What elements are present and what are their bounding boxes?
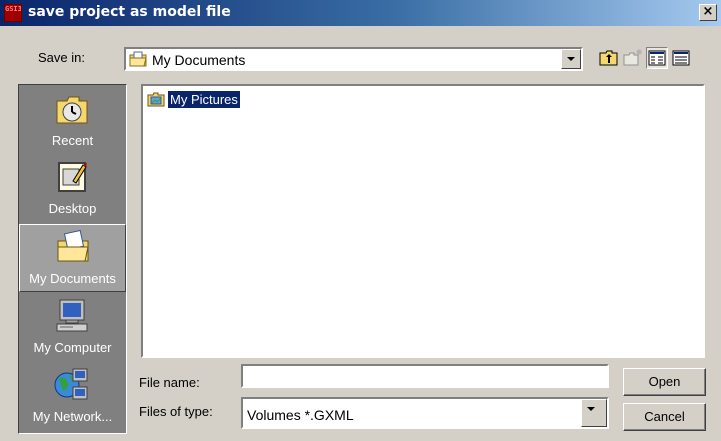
- places-item-desktop[interactable]: Desktop: [19, 155, 126, 223]
- folder-icon: [147, 92, 165, 107]
- file-name-label: File name:: [139, 375, 200, 390]
- file-name-field[interactable]: [241, 364, 609, 388]
- places-item-label: My Computer: [33, 340, 112, 355]
- my-documents-small-icon: [129, 51, 147, 67]
- places-item-label: Recent: [51, 133, 94, 148]
- my-computer-icon: [56, 299, 88, 332]
- create-new-folder-icon: [623, 49, 642, 66]
- file-type-value: Volumes *.GXML: [247, 407, 354, 423]
- places-item-label: Desktop: [48, 201, 97, 216]
- places-item-recent[interactable]: Recent: [19, 87, 126, 155]
- open-button[interactable]: Open: [623, 368, 706, 396]
- up-one-level-icon: [599, 50, 618, 66]
- file-type-dropdown[interactable]: Volumes *.GXML: [241, 397, 609, 429]
- places-item-label: My Network...: [32, 409, 113, 424]
- places-item-my-network[interactable]: My Network...: [19, 363, 126, 431]
- cancel-button[interactable]: Cancel: [623, 403, 706, 431]
- places-bar: Recent Desktop My Documents My Computer: [18, 84, 127, 434]
- file-item-label: My Pictures: [167, 90, 241, 109]
- save-in-label: Save in:: [38, 50, 85, 65]
- desktop-icon: [58, 162, 87, 192]
- save-in-dropdown[interactable]: My Documents: [124, 47, 583, 71]
- title-bar: GSI3D save project as model file ×: [0, 0, 721, 26]
- places-item-my-documents[interactable]: My Documents: [19, 224, 126, 292]
- close-button[interactable]: ×: [699, 4, 717, 21]
- create-new-folder-button[interactable]: [622, 47, 644, 69]
- save-in-dropdown-button[interactable]: [561, 49, 581, 69]
- my-network-icon: [54, 368, 88, 400]
- file-type-dropdown-button[interactable]: [581, 399, 607, 427]
- details-view-button[interactable]: [670, 47, 692, 69]
- file-list[interactable]: My Pictures: [141, 84, 705, 358]
- file-type-label: Files of type:: [139, 404, 213, 419]
- details-view-icon: [672, 50, 690, 66]
- window-title: save project as model file: [28, 4, 231, 20]
- recent-icon: [56, 96, 88, 124]
- list-view-button[interactable]: [646, 47, 668, 69]
- places-item-label: My Documents: [29, 271, 116, 286]
- up-one-level-button[interactable]: [598, 47, 620, 69]
- app-icon: GSI3D: [4, 4, 22, 22]
- places-item-my-computer[interactable]: My Computer: [19, 294, 126, 362]
- save-in-value: My Documents: [152, 52, 246, 68]
- list-view-icon: [648, 50, 666, 66]
- my-documents-icon: [57, 229, 89, 262]
